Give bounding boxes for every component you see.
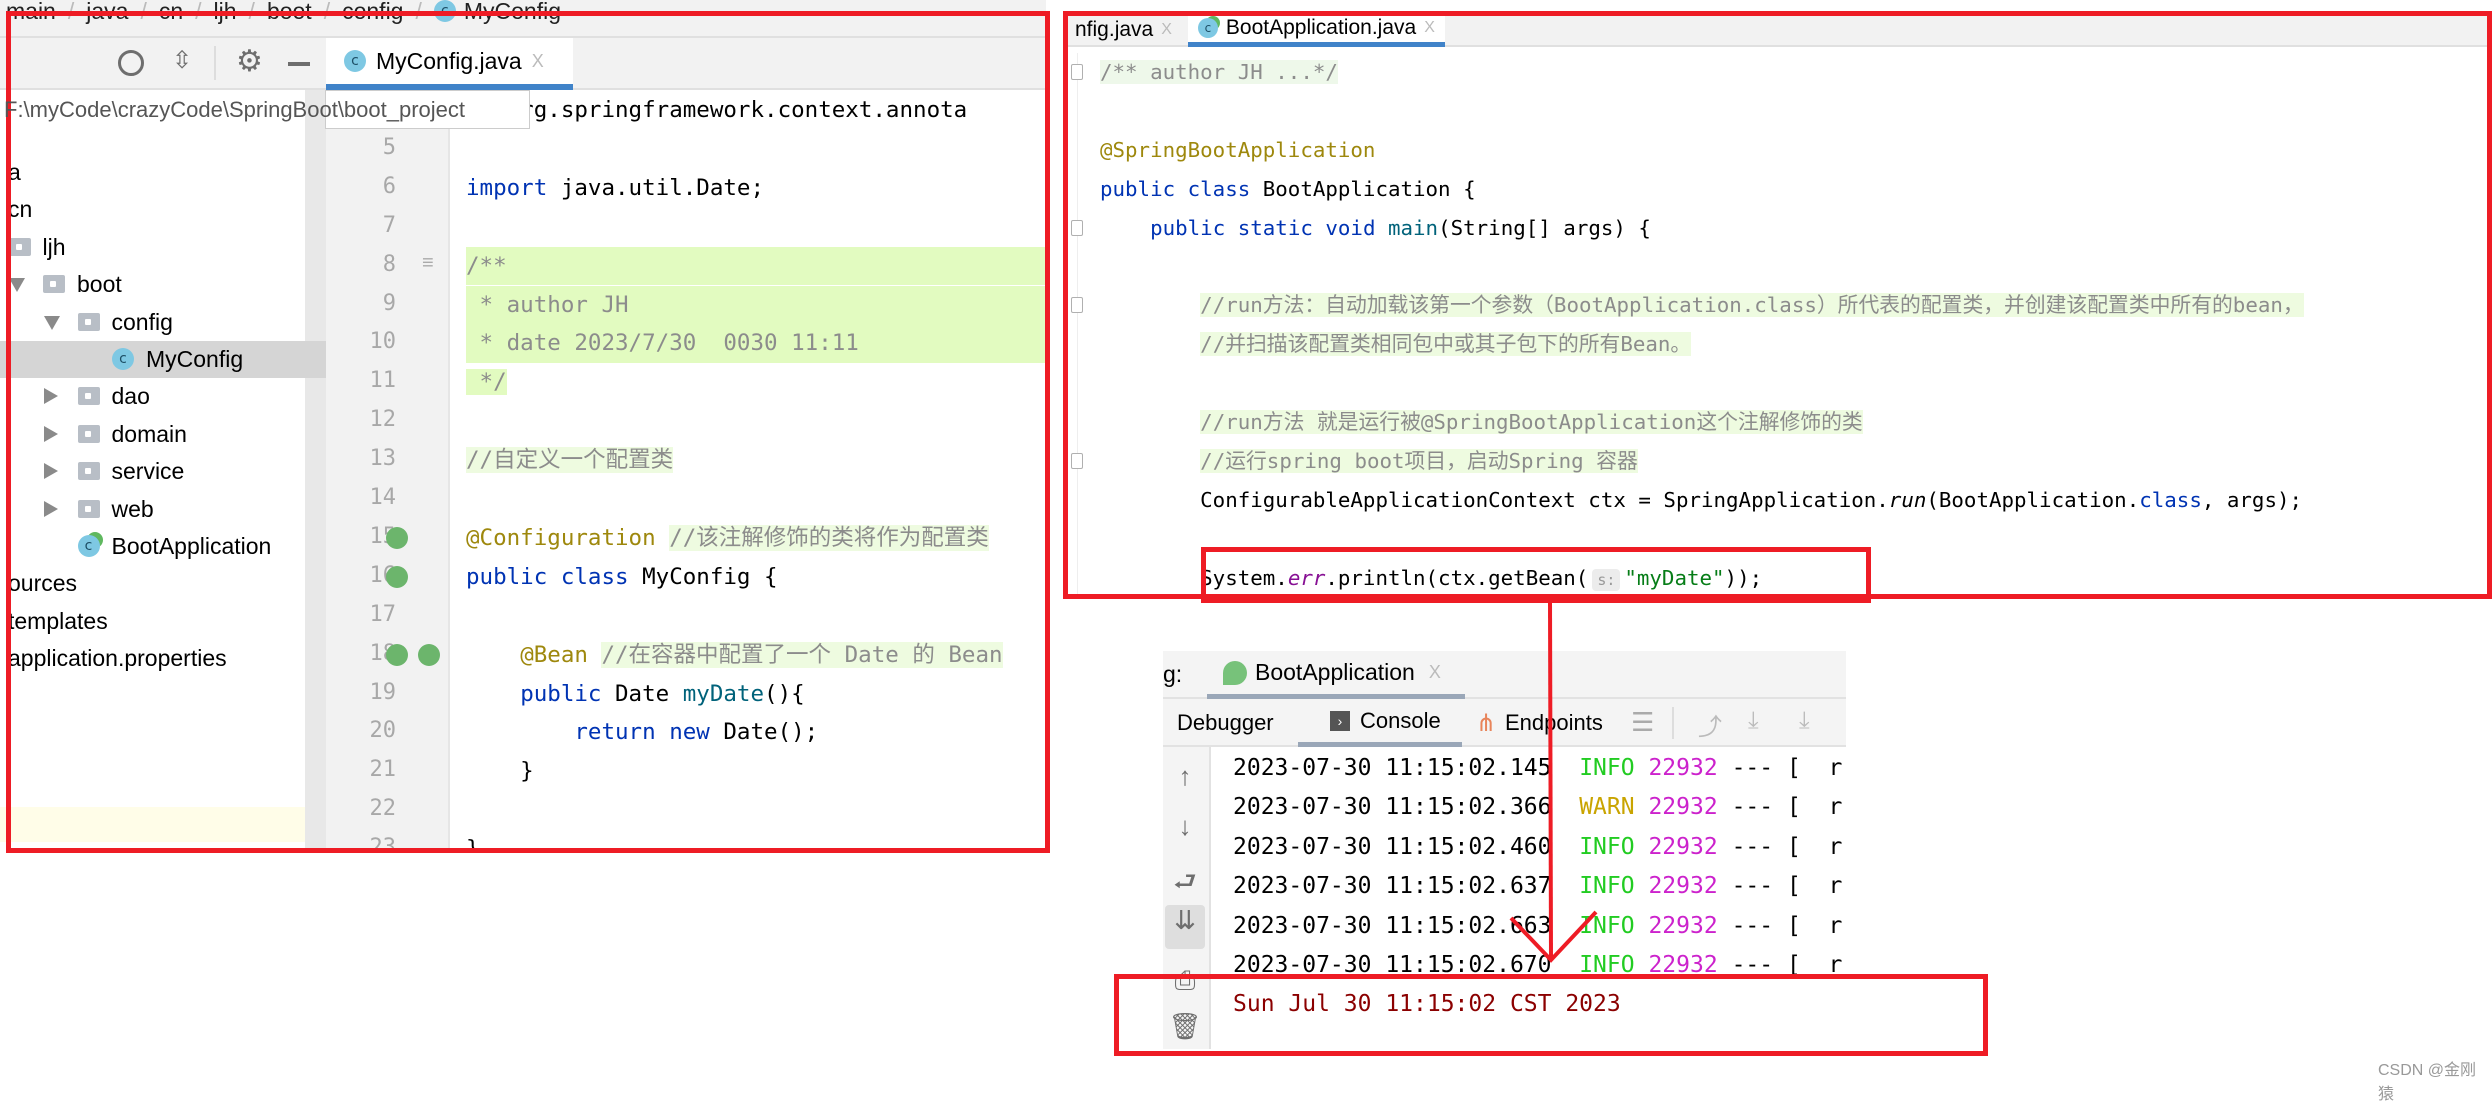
watermark: CSDN @金刚猿 [2378, 1062, 2477, 1103]
tooltip-text: F:\myCode\crazyCode\SpringBoot\boot_proj… [4, 97, 466, 122]
path-tooltip: F:\myCode\crazyCode\SpringBoot\boot_proj… [0, 90, 530, 129]
annotation-arrow [1509, 599, 1598, 963]
